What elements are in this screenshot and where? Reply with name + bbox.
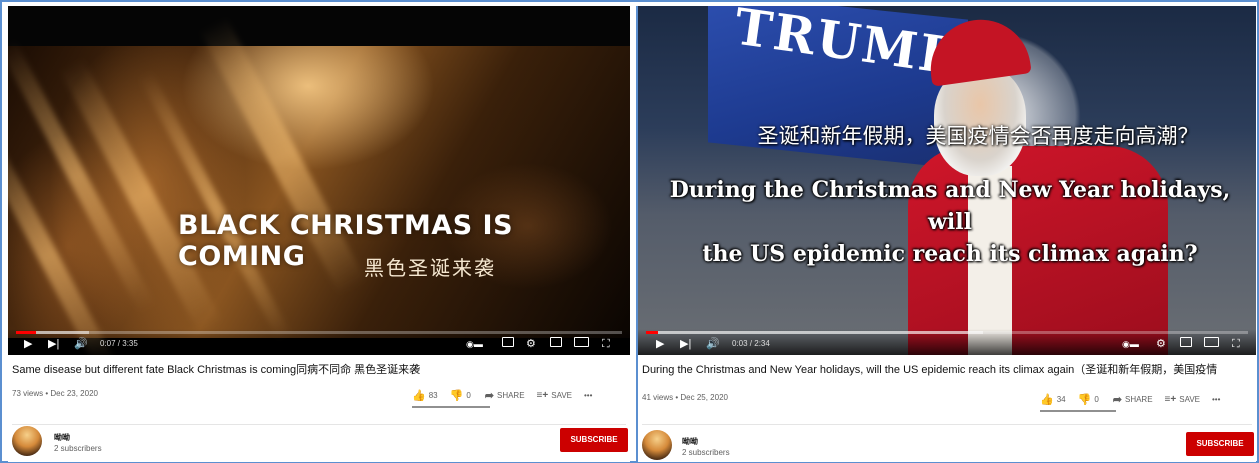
play-icon[interactable]: ▶ xyxy=(24,338,32,350)
save-playlist-icon: ≡+ xyxy=(536,390,549,401)
overlay-subtitle: 黑色圣诞来袭 xyxy=(364,256,496,280)
player-controls: ▶ ▶| 🔊 0:07 / 3:35 ◉▬ ⚙ ⛶ xyxy=(8,329,630,355)
subscribe-button[interactable]: SUBSCRIBE xyxy=(1186,432,1254,456)
video-player[interactable]: BLACK CHRISTMAS IS COMING 黑色圣诞来袭 ▶ ▶| 🔊 … xyxy=(8,6,630,355)
buffered-bar xyxy=(646,331,984,334)
subtitle-english-line2: the US epidemic reach its climax again? xyxy=(702,241,1198,267)
video-panel-right: TRUMP 圣诞和新年假期，美国疫情会否再度走向高潮？ During the C… xyxy=(636,6,1256,462)
dislike-button[interactable]: 👎 0 xyxy=(450,389,471,402)
progress-bar[interactable] xyxy=(646,331,1248,334)
share-icon: ➦ xyxy=(1112,394,1122,406)
letterbox-bar xyxy=(8,6,630,46)
like-count: 83 xyxy=(428,391,438,400)
play-icon[interactable]: ▶ xyxy=(656,338,664,350)
save-playlist-icon: ≡+ xyxy=(1164,394,1177,405)
subtitle-english-line1: During the Christmas and New Year holida… xyxy=(669,177,1231,235)
subtitle-chinese: 圣诞和新年假期，美国疫情会否再度走向高潮？ xyxy=(757,124,1199,148)
video-frame xyxy=(8,16,630,355)
video-title[interactable]: Same disease but different fate Black Ch… xyxy=(12,361,626,377)
autoplay-toggle[interactable]: ◉▬ xyxy=(466,338,483,350)
share-button[interactable]: ➦ SHARE xyxy=(485,389,525,402)
autoplay-toggle[interactable]: ◉▬ xyxy=(1122,338,1139,350)
settings-icon[interactable]: ⚙ xyxy=(1156,338,1166,350)
thumbs-down-icon: 👎 xyxy=(1077,394,1092,406)
like-button[interactable]: 👍 83 xyxy=(412,389,438,402)
subscribe-button[interactable]: SUBSCRIBE xyxy=(560,428,628,452)
fullscreen-icon[interactable]: ⛶ xyxy=(1232,338,1240,350)
save-button[interactable]: ≡+ SAVE xyxy=(1165,394,1200,405)
progress-bar[interactable] xyxy=(16,331,622,334)
more-button[interactable]: ••• xyxy=(1212,395,1220,404)
time-display: 0:07 / 3:35 xyxy=(100,339,138,348)
save-label: SAVE xyxy=(1179,395,1200,404)
video-player[interactable]: TRUMP 圣诞和新年假期，美国疫情会否再度走向高潮？ During the C… xyxy=(638,6,1256,355)
miniplayer-icon[interactable] xyxy=(550,337,562,347)
dislike-count: 0 xyxy=(1094,395,1099,404)
volume-icon[interactable]: 🔊 xyxy=(706,338,720,350)
video-meta: 41 views • Dec 25, 2020 xyxy=(642,393,728,402)
share-icon: ➦ xyxy=(484,390,494,402)
fullscreen-icon[interactable]: ⛶ xyxy=(602,338,610,350)
settings-icon[interactable]: ⚙ xyxy=(526,338,536,350)
divider xyxy=(12,424,626,425)
share-button[interactable]: ➦ SHARE xyxy=(1113,393,1153,406)
screenshot-frame: BLACK CHRISTMAS IS COMING 黑色圣诞来袭 ▶ ▶| 🔊 … xyxy=(0,0,1259,463)
like-ratio-bar xyxy=(1040,410,1116,412)
progress-fill xyxy=(646,331,659,334)
dislike-count: 0 xyxy=(466,391,471,400)
next-icon[interactable]: ▶| xyxy=(680,338,691,350)
action-bar: 👍 83 👎 0 ➦ SHARE ≡+ SAVE ••• xyxy=(412,389,592,402)
player-controls: ▶ ▶| 🔊 0:03 / 2:34 ◉▬ ⚙ ⛶ xyxy=(638,329,1256,355)
thumbs-up-icon: 👍 xyxy=(1040,394,1054,406)
video-panel-left: BLACK CHRISTMAS IS COMING 黑色圣诞来袭 ▶ ▶| 🔊 … xyxy=(8,6,630,462)
channel-avatar[interactable] xyxy=(12,426,42,456)
progress-fill xyxy=(16,331,36,334)
channel-name[interactable]: 呦呦 xyxy=(682,436,698,447)
subtitle-english: During the Christmas and New Year holida… xyxy=(650,174,1250,270)
save-button[interactable]: ≡+ SAVE xyxy=(537,390,572,401)
time-display: 0:03 / 2:34 xyxy=(732,339,770,348)
share-label: SHARE xyxy=(496,391,525,400)
theater-icon[interactable] xyxy=(1204,337,1219,347)
dislike-button[interactable]: 👎 0 xyxy=(1078,393,1099,406)
video-meta: 73 views • Dec 23, 2020 xyxy=(12,389,98,398)
channel-avatar[interactable] xyxy=(642,430,672,460)
theater-icon[interactable] xyxy=(574,337,589,347)
more-button[interactable]: ••• xyxy=(584,391,592,400)
action-bar: 👍 34 👎 0 ➦ SHARE ≡+ SAVE ••• xyxy=(1040,393,1220,406)
miniplayer-icon[interactable] xyxy=(1180,337,1192,347)
thumbs-down-icon: 👎 xyxy=(449,390,464,402)
like-count: 34 xyxy=(1056,395,1066,404)
like-button[interactable]: 👍 34 xyxy=(1040,393,1066,406)
share-label: SHARE xyxy=(1124,395,1153,404)
like-ratio-bar xyxy=(412,406,490,408)
save-label: SAVE xyxy=(551,391,572,400)
subscriber-count: 2 subscribers xyxy=(682,448,730,457)
subscriber-count: 2 subscribers xyxy=(54,444,102,453)
divider xyxy=(642,424,1252,425)
next-icon[interactable]: ▶| xyxy=(48,338,59,350)
captions-icon[interactable] xyxy=(502,337,514,347)
video-title[interactable]: During the Christmas and New Year holida… xyxy=(642,361,1256,377)
channel-name[interactable]: 呦呦 xyxy=(54,432,70,443)
thumbs-up-icon: 👍 xyxy=(412,390,426,402)
volume-icon[interactable]: 🔊 xyxy=(74,338,88,350)
